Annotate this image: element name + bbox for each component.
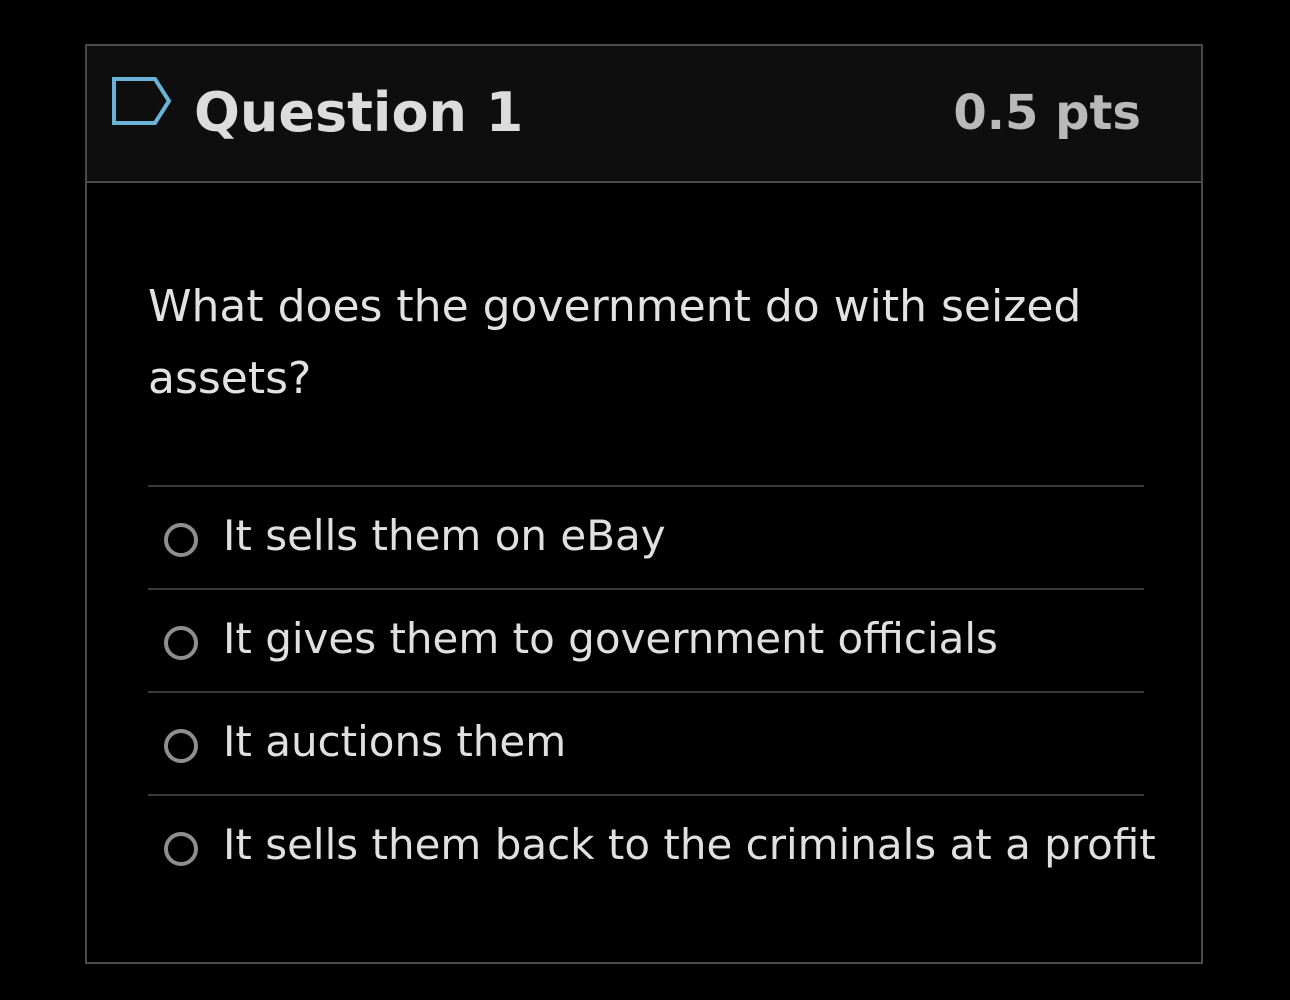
answer-option-4[interactable]: It sells them back to the criminals at a… (148, 794, 1156, 897)
answer-option-1[interactable]: It sells them on eBay (148, 485, 1144, 588)
flag-question-icon[interactable] (111, 76, 173, 128)
answer-option-3[interactable]: It auctions them (148, 691, 1144, 794)
question-text: What does the government do with seized … (148, 281, 1082, 404)
answer-label[interactable]: It sells them back to the criminals at a… (223, 814, 1156, 876)
radio-button[interactable] (164, 832, 198, 866)
question-title: Question 1 (194, 81, 524, 144)
answer-option-2[interactable]: It gives them to government officials (148, 588, 1144, 691)
radio-button[interactable] (164, 523, 198, 557)
answer-label[interactable]: It gives them to government officials (223, 608, 998, 670)
answer-list: It sells them on eBay It gives them to g… (148, 485, 1156, 897)
answer-label[interactable]: It sells them on eBay (223, 505, 666, 567)
radio-button[interactable] (164, 626, 198, 660)
question-header: Question 1 0.5 pts (87, 46, 1201, 183)
radio-button[interactable] (164, 729, 198, 763)
question-points: 0.5 pts (953, 85, 1141, 141)
answer-label[interactable]: It auctions them (223, 711, 566, 773)
question-card: Question 1 0.5 pts What does the governm… (85, 44, 1203, 964)
